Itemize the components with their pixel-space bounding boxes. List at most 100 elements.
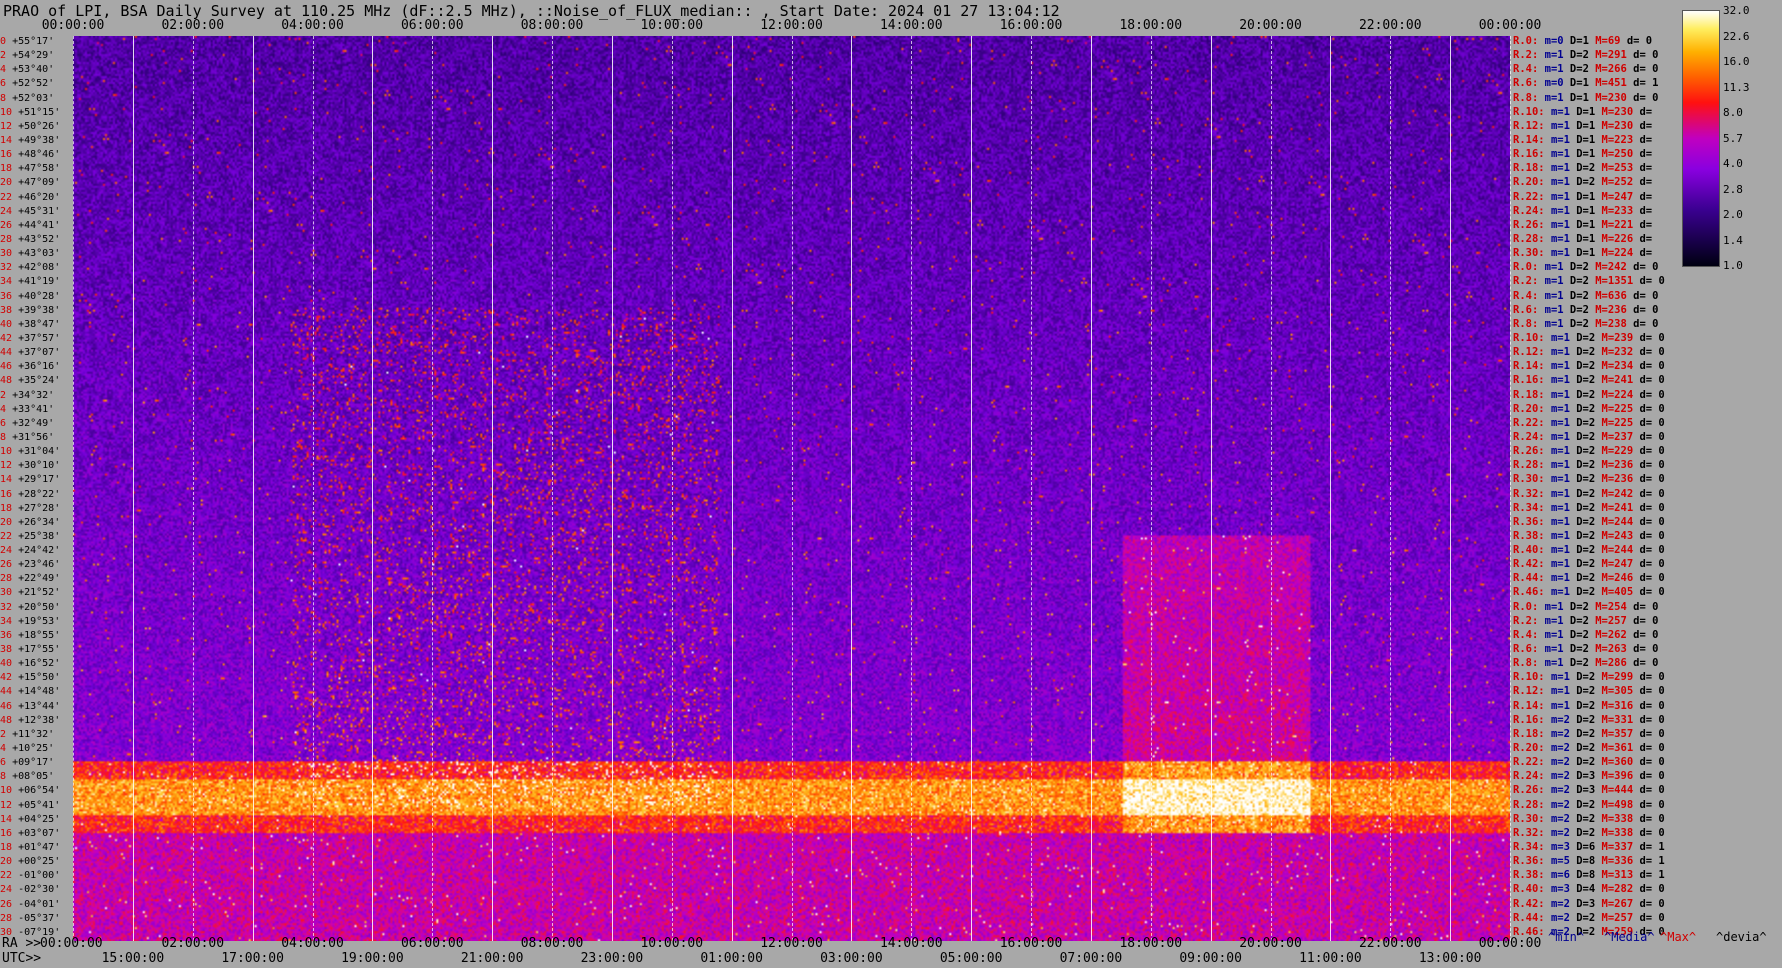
stat-m: m=1 [1550,190,1570,203]
stat-r: R.26: [1513,218,1545,231]
stat-d: D=8 [1576,855,1596,868]
stat-r: R.20: [1513,176,1545,189]
ra-tick-label: 00:00:00 [1478,936,1542,951]
stat-v: d= 0 [1639,784,1665,797]
stat-r: R.16: [1513,148,1545,161]
stat-m: m=1 [1550,515,1570,528]
stat-x: M=244 [1601,544,1634,557]
stat-r: R.24: [1513,770,1545,783]
row-stat: R.30: m=1 D=2 M=236 d= 0 [1513,474,1671,485]
stat-d: D=3 [1576,897,1596,910]
stat-r: R.12: [1513,119,1545,132]
stat-d: D=2 [1569,49,1589,62]
stat-d: D=1 [1576,218,1596,231]
stat-r: R.14: [1513,133,1545,146]
stat-m: m=1 [1544,261,1564,274]
row-number: 28 [0,912,13,924]
stat-d: D=3 [1576,770,1596,783]
row-stat: R.42: m=1 D=2 M=247 d= 0 [1513,559,1671,570]
row-stat: R.22: m=1 D=1 M=247 d= [1513,190,1658,203]
stat-m: m=1 [1550,176,1570,189]
stat-v: d= 0 [1633,317,1659,330]
stat-m: m=2 [1550,812,1570,825]
stat-r: R.20: [1513,402,1545,415]
row-stat: R.28: m=2 D=2 M=498 d= 0 [1513,799,1671,811]
declination-label: 8 +08°05' [0,772,54,782]
grid-line-solid [1330,36,1331,941]
row-number: 20 [0,177,13,189]
stat-x: M=230 [1601,105,1634,118]
stat-d: D=1 [1569,91,1589,104]
colorbar-tick: 1.4 [1723,233,1743,247]
row-stat: R.32: m=2 D=2 M=338 d= 0 [1513,827,1671,839]
declination-label: 28 -05°37' [0,912,60,924]
stat-x: M=338 [1601,812,1634,825]
row-stat: R.34: m=3 D=6 M=337 d= 1 [1513,842,1671,853]
grid-line-dashed [313,36,314,941]
stat-x: M=236 [1595,303,1627,316]
declination-label: 8 +52°03' [0,93,54,104]
row-stat: R.0: m=1 D=2 M=254 d= 0 [1513,600,1665,613]
declination-value: +15°50' [18,672,61,684]
row-number: 48 [0,714,13,726]
ra-tick-label: 22:00:00 [1358,936,1422,951]
stat-d: D=1 [1569,77,1589,90]
top-tick-label: 02:00:00 [161,18,225,33]
stat-r: R.44: [1513,572,1545,585]
stat-x: M=360 [1601,756,1634,769]
stat-v: d= 0 [1639,770,1665,783]
declination-value: +13°44' [18,700,61,712]
stat-m: m=1 [1550,459,1570,472]
declination-value: -04°01' [18,898,61,910]
row-stat: R.38: m=6 D=8 M=313 d= 1 [1513,870,1671,881]
declination-label: 2 +11°32' [0,729,54,740]
stat-m: m=2 [1550,713,1570,726]
stat-m: m=2 [1550,742,1570,755]
declination-value: +33°41' [12,403,55,415]
stat-m: m=6 [1550,869,1570,882]
row-number: 26 [0,898,13,910]
row-number: 28 [0,573,13,585]
top-tick-label: 04:00:00 [281,18,344,33]
row-stat: R.4: m=1 D=2 M=636 d= 0 [1513,290,1665,302]
stat-m: m=0 [1544,77,1564,90]
row-stat: R.20: m=2 D=2 M=361 d= 0 [1513,743,1671,754]
row-stat: R.44: m=2 D=2 M=257 d= 0 [1513,911,1671,924]
stat-m: m=1 [1550,416,1570,429]
stat-r: R.0: [1513,600,1539,613]
stat-d: D=2 [1569,643,1589,656]
colorbar-tick: 2.0 [1723,208,1743,221]
stat-x: M=225 [1601,416,1634,429]
declination-label: 6 +32°49' [0,418,54,429]
row-number: 46 [0,700,13,712]
stat-x: M=244 [1601,515,1634,528]
stat-x: M=224 [1601,247,1634,260]
stat-d: D=2 [1576,558,1596,571]
utc-tick-label: 13:00:00 [1418,951,1482,966]
stat-v: d= [1639,190,1653,203]
stat-d: D=2 [1576,911,1596,924]
top-tick-label: 18:00:00 [1119,18,1183,33]
stat-m: m=1 [1550,558,1570,571]
stat-v: d= [1639,119,1653,132]
stat-v: d= 0 [1639,360,1665,373]
stat-m: m=1 [1550,105,1570,118]
declination-value: +36°16' [18,361,61,373]
top-tick-label: 08:00:00 [520,18,584,33]
stat-m: m=2 [1550,770,1570,783]
row-number: 46 [0,361,13,373]
stat-d: D=1 [1576,148,1596,161]
stat-v: d= 0 [1633,91,1659,104]
row-stat: R.4: m=1 D=2 M=262 d= 0 [1513,629,1665,641]
grid-line-dashed [432,36,433,941]
declination-value: +18°55' [18,629,61,641]
stat-m: m=1 [1550,572,1570,585]
row-number: 12 [0,799,13,811]
stat-r: R.8: [1513,91,1539,104]
declination-label: 36 +40°28' [0,291,60,302]
stat-r: R.10: [1513,671,1545,684]
ra-tick-label: 14:00:00 [879,936,943,951]
stat-d: D=2 [1576,430,1596,443]
top-tick-label: 00:00:00 [41,18,105,33]
stat-x: M=396 [1601,770,1634,783]
